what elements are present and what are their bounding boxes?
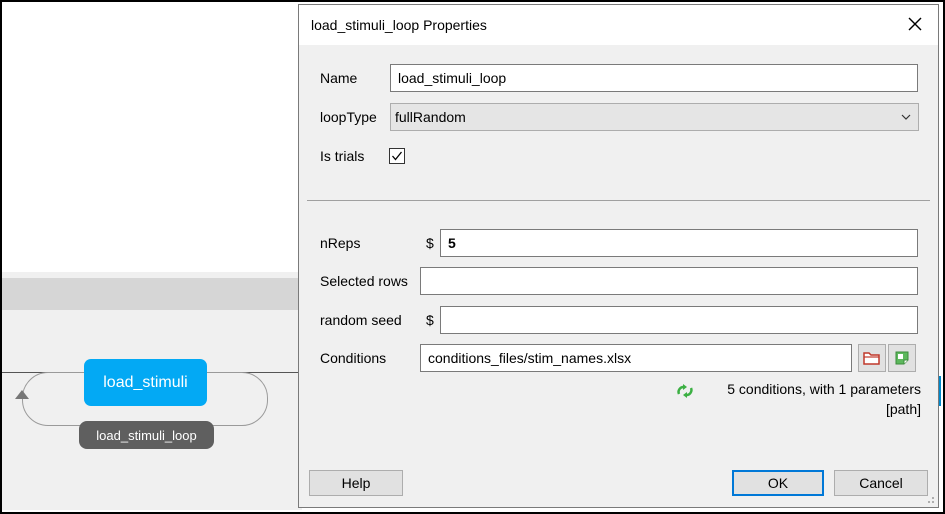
dialog-title: load_stimuli_loop Properties — [311, 17, 487, 33]
looptype-select[interactable]: fullRandom — [390, 103, 919, 131]
random-seed-label: random seed — [320, 312, 402, 328]
edit-file-icon — [895, 351, 909, 365]
chevron-down-icon — [901, 114, 911, 120]
conditions-info: 5 conditions, with 1 parameters [path] — [727, 379, 921, 419]
nreps-label: nReps — [320, 235, 361, 251]
name-label: Name — [320, 70, 358, 86]
edit-conditions-button[interactable] — [888, 344, 916, 372]
istrials-checkbox[interactable] — [389, 148, 405, 164]
open-conditions-button[interactable] — [858, 344, 886, 372]
ok-button[interactable]: OK — [732, 470, 824, 496]
close-button[interactable] — [902, 11, 928, 37]
resize-grip-icon[interactable] — [925, 494, 935, 504]
loop-label[interactable]: load_stimuli_loop — [79, 421, 214, 449]
name-input[interactable]: load_stimuli_loop — [390, 64, 918, 92]
checkmark-icon — [392, 151, 403, 161]
conditions-parameters: [path] — [885, 401, 921, 417]
nreps-input[interactable]: 5 — [440, 229, 918, 257]
help-button[interactable]: Help — [309, 470, 403, 496]
loop-arrow-icon — [15, 390, 29, 399]
routine-load-stimuli[interactable]: load_stimuli — [84, 359, 207, 406]
nreps-code-prefix: $ — [426, 235, 434, 251]
conditions-input[interactable]: conditions_files/stim_names.xlsx — [420, 344, 852, 372]
random-seed-input[interactable] — [440, 306, 918, 334]
flow-toolbar — [2, 278, 302, 310]
selected-rows-label: Selected rows — [320, 273, 408, 289]
cancel-button[interactable]: Cancel — [834, 470, 928, 496]
routine-canvas — [2, 2, 302, 272]
selected-rows-input[interactable] — [420, 267, 918, 295]
dialog-titlebar: load_stimuli_loop Properties — [299, 5, 938, 45]
istrials-label: Is trials — [320, 148, 365, 164]
conditions-summary: 5 conditions, with 1 parameters — [727, 381, 921, 397]
conditions-label: Conditions — [320, 350, 387, 366]
refresh-icon[interactable] — [676, 383, 694, 399]
random-seed-code-prefix: $ — [426, 312, 434, 328]
loop-properties-dialog: load_stimuli_loop Properties Name load_s… — [298, 4, 939, 508]
looptype-label: loopType — [320, 109, 377, 125]
looptype-value: fullRandom — [395, 109, 466, 125]
close-icon — [908, 17, 922, 31]
section-divider — [307, 200, 930, 201]
folder-open-icon — [863, 352, 880, 365]
